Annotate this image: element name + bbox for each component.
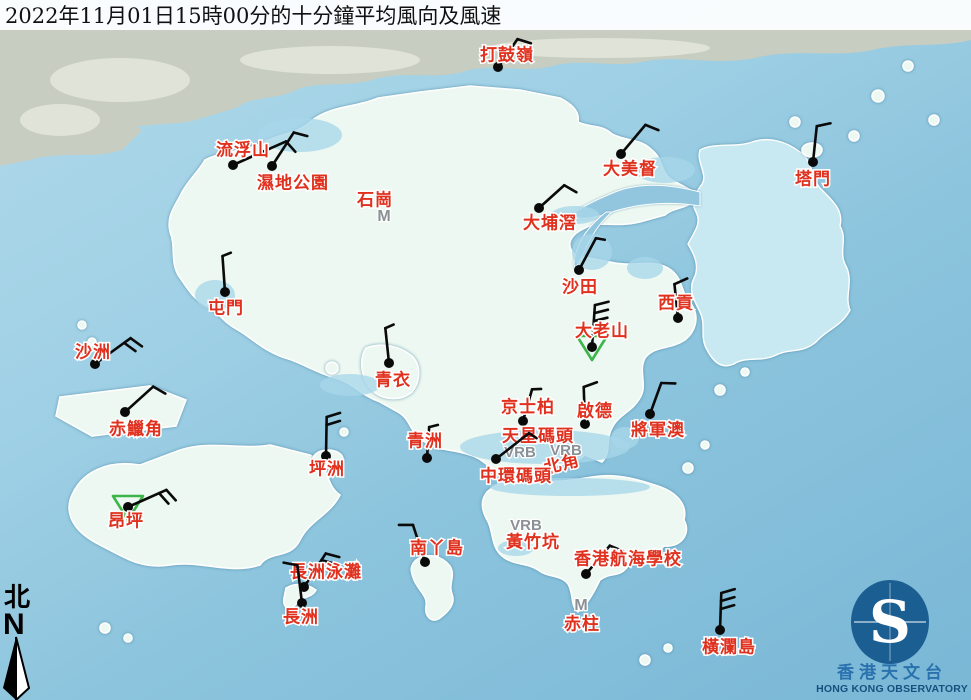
station-label: 赤鱲角 [109, 419, 163, 440]
station-dot [420, 557, 430, 567]
station-dot [534, 203, 544, 213]
station-label: 大老山 [575, 321, 629, 342]
wind-barb-tick-full [645, 125, 658, 130]
map-lamma-island [411, 556, 453, 620]
station-label: 中環碼頭 [480, 466, 552, 487]
station-label: 長洲泳灘 [290, 562, 362, 583]
title-bar: 2022年11月01日15時00分的十分鐘平均風向及風速 [0, 0, 971, 30]
station-label: 濕地公園 [257, 173, 329, 194]
compass-north: 北 N [3, 583, 30, 700]
hk-wind-map: 打鼓嶺流浮山濕地公園石崗M大美督塔門大埔滘沙田屯門沙洲西貢大老山青衣赤鱲角京士柏… [0, 0, 971, 700]
station-label: 大美督 [603, 159, 657, 180]
missing-data-note: M [574, 597, 587, 614]
station-dot [587, 342, 597, 352]
wind-barb-tick-full [124, 343, 135, 351]
wind-barb-tick-full [327, 413, 340, 417]
station-label: 昂坪 [108, 512, 144, 532]
map-hongkong-land [56, 61, 939, 665]
station-label: 將軍澳 [631, 420, 685, 441]
wind-barb-tick-full [327, 421, 340, 425]
station-green-island[interactable]: 青洲 [407, 425, 443, 463]
station-sha-chau[interactable]: 沙洲 [75, 338, 142, 369]
wind-barb-tick-full [131, 338, 142, 346]
wind-barb-tick-full [326, 553, 340, 557]
hko-logo-name-zh: 香港天文台 [837, 662, 947, 683]
station-label: 赤柱 [564, 614, 600, 635]
station-label: 塔門 [795, 169, 831, 190]
station-dot [491, 454, 501, 464]
wind-map-page: 打鼓嶺流浮山濕地公園石崗M大美督塔門大埔滘沙田屯門沙洲西貢大老山青衣赤鱲角京士柏… [0, 0, 971, 700]
station-label: 沙田 [562, 278, 598, 298]
map-lantau-island [69, 445, 340, 569]
station-label: 大埔滘 [523, 213, 577, 234]
station-dot [645, 409, 655, 419]
station-label: 沙洲 [75, 343, 111, 363]
wind-barb-tick-full [721, 589, 734, 593]
station-dot [297, 598, 307, 608]
station-label: 流浮山 [216, 140, 270, 161]
station-dot [581, 569, 591, 579]
station-dot [384, 358, 394, 368]
wind-barb-shaft [720, 593, 721, 630]
station-label: 香港航海學校 [574, 549, 682, 570]
station-hk-sea-school[interactable]: 香港航海學校 [574, 546, 682, 579]
station-dot [267, 161, 277, 171]
wind-barb-tick-full [721, 597, 734, 601]
station-label: 黃竹坑 [505, 532, 560, 553]
station-label: 京士柏 [501, 397, 555, 418]
station-label: 屯門 [208, 298, 244, 319]
station-dot [808, 157, 818, 167]
station-label: 橫瀾島 [702, 637, 756, 658]
station-dot [616, 149, 626, 159]
wind-barb-tick-full [721, 605, 734, 609]
station-stanley[interactable]: 赤柱M [564, 597, 600, 634]
station-dot [673, 313, 683, 323]
north-arrow-icon [3, 637, 29, 700]
station-dot [220, 287, 230, 297]
station-dot [422, 453, 432, 463]
station-dot [120, 407, 130, 417]
station-label: 坪洲 [309, 460, 345, 480]
variable-wind-note: VRB [504, 444, 536, 461]
station-dot [123, 502, 133, 512]
page-title: 2022年11月01日15時00分的十分鐘平均風向及風速 [5, 4, 501, 28]
hko-logo: S 香港天文台 HONG KONG OBSERVATORY [816, 580, 968, 695]
station-label: 打鼓嶺 [480, 45, 534, 66]
station-label: 青洲 [407, 431, 443, 452]
station-dot [518, 416, 528, 426]
hko-logo-name-en: HONG KONG OBSERVATORY [816, 683, 968, 695]
station-waglan-island[interactable]: 橫瀾島 [702, 589, 756, 657]
variable-wind-note: VRB [510, 517, 542, 534]
hko-logo-s-glyph: S [869, 588, 911, 656]
station-peng-chau[interactable]: 坪洲 [309, 413, 345, 480]
station-label: 青衣 [375, 370, 411, 391]
missing-data-note: M [377, 208, 390, 225]
wind-barb-shaft [326, 417, 327, 456]
station-label: 長洲 [283, 608, 319, 628]
wind-barb-tick-full [817, 123, 831, 126]
station-label: 西貢 [658, 294, 694, 314]
variable-wind-note: VRB [550, 442, 582, 459]
station-label: 啟德 [577, 401, 613, 422]
station-label: 南丫島 [410, 538, 464, 559]
station-dot [715, 625, 725, 635]
station-dot [228, 160, 238, 170]
compass-letter: N [3, 608, 25, 641]
station-dot [574, 265, 584, 275]
wind-barb-tick-half [596, 238, 605, 240]
